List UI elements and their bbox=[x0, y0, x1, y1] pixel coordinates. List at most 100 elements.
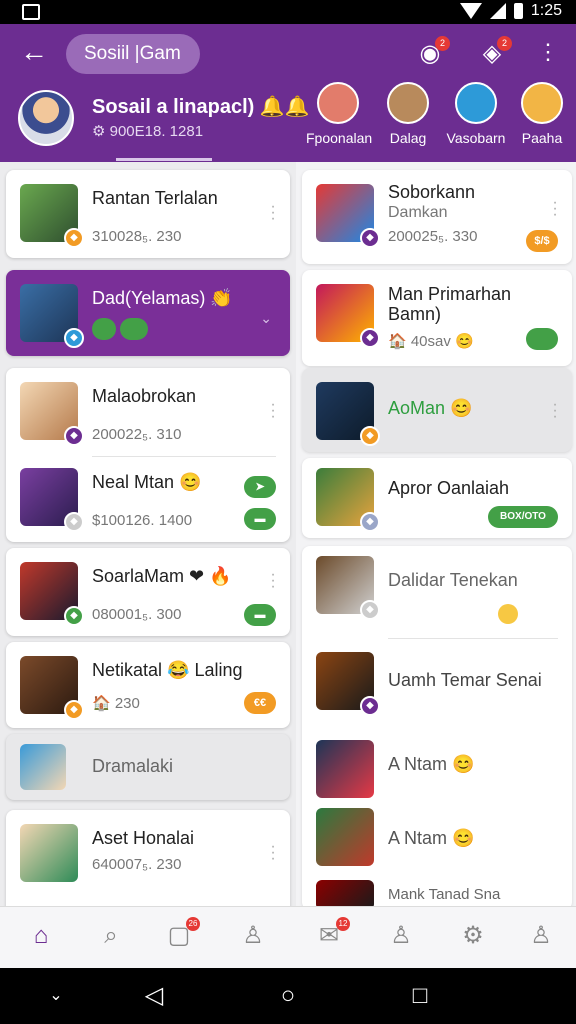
item-thumbnail bbox=[316, 808, 374, 866]
story-item[interactable]: Dalag bbox=[376, 82, 440, 146]
action-pill[interactable]: ▬ bbox=[244, 604, 276, 626]
item-subtitle: 310028₅. 230 bbox=[92, 228, 182, 245]
friends-icon[interactable]: ♙ bbox=[238, 921, 268, 951]
game-icon: ◆ bbox=[360, 512, 380, 532]
story-item[interactable]: Fpoonalan bbox=[306, 82, 372, 146]
recents-square-icon[interactable]: □ bbox=[406, 984, 434, 1008]
tab-indicator bbox=[116, 158, 212, 161]
list-item[interactable]: ◆ Dalidar Tenekan bbox=[302, 546, 572, 624]
item-thumbnail bbox=[20, 824, 78, 882]
action-pill[interactable]: €€ bbox=[244, 692, 276, 714]
item-title: Apror Oanlaiah bbox=[388, 478, 510, 498]
more-dots-icon[interactable]: · · · bbox=[270, 567, 276, 595]
item-title-secondary: Damkan bbox=[388, 204, 448, 221]
inbox-badge: 26 bbox=[186, 917, 200, 931]
status-pill[interactable]: BOX/OTO bbox=[488, 506, 558, 528]
item-title: Aset Honalai bbox=[92, 828, 195, 848]
system-navigation-bar: ⌄ ◁ ○ □ bbox=[0, 968, 576, 1024]
story-avatar bbox=[317, 82, 359, 124]
list-item[interactable]: ◆ SoarlaMam ❤ 🔥 080001₅. 300 · · · ▬ bbox=[6, 548, 290, 636]
status-bar: 1:25 bbox=[0, 0, 576, 24]
game-icon: ◆ bbox=[64, 512, 84, 532]
status-pill bbox=[120, 318, 148, 340]
item-thumbnail: ◆ bbox=[316, 652, 380, 716]
image-notification-icon bbox=[22, 4, 40, 20]
list-item[interactable]: ◆ Apror Oanlaiah BOX/OTO bbox=[302, 458, 572, 538]
list-item[interactable]: Aset Honalai 640007₅. 230 · · · bbox=[6, 810, 290, 906]
item-title: SoarlaMam ❤ 🔥 bbox=[92, 566, 232, 586]
story-avatar bbox=[387, 82, 429, 124]
item-title: Rantan Terlalan bbox=[92, 188, 218, 208]
item-title: AoMan 😊 bbox=[388, 398, 473, 418]
profile-icon[interactable]: ♙ bbox=[386, 921, 416, 951]
item-title: Mank Tanad Sna bbox=[388, 886, 501, 903]
list-item[interactable]: ◆ Man Primarhan Bamn) 🏠 40sav 😊 bbox=[302, 270, 572, 366]
back-arrow-icon[interactable]: ← bbox=[18, 36, 50, 68]
list-item[interactable]: ◆ Rantan Terlalan 310028₅. 230 · · · bbox=[6, 170, 290, 258]
chevron-down-icon[interactable]: ⌄ bbox=[260, 310, 272, 327]
mail-badge: 12 bbox=[336, 917, 350, 931]
game-icon: ◆ bbox=[64, 700, 84, 720]
account-icon[interactable]: ♙ bbox=[526, 921, 556, 951]
story-label: Dalag bbox=[389, 130, 427, 146]
more-dots-icon[interactable]: · · · bbox=[270, 199, 276, 227]
list-item[interactable]: ◆ Uamh Temar Senai bbox=[302, 642, 572, 716]
settings-icon[interactable]: ⚙ bbox=[458, 921, 488, 951]
feed-content[interactable]: ◆ Rantan Terlalan 310028₅. 230 · · · ◆ Dad… bbox=[0, 162, 576, 906]
item-thumbnail bbox=[20, 744, 66, 790]
back-triangle-icon[interactable]: ◁ bbox=[140, 984, 168, 1008]
item-thumbnail: ◆ bbox=[20, 382, 84, 446]
list-item[interactable]: ◆ Malaobrokan 200022₅. 310 · · · bbox=[6, 368, 290, 456]
profile-name: Sosail a linapacl) 🔔🔔 bbox=[92, 96, 310, 118]
more-dots-icon[interactable]: · · · bbox=[552, 195, 558, 223]
inbox-icon[interactable]: ▢ 26 bbox=[164, 917, 200, 951]
more-dots-icon[interactable]: · · · bbox=[270, 839, 276, 867]
list-item-selected[interactable]: ◆ Dad(Yelamas) 👏 ⌄ bbox=[6, 270, 290, 356]
action-pill[interactable]: ▬ bbox=[244, 508, 276, 530]
item-thumbnail: ◆ bbox=[316, 284, 380, 348]
list-item[interactable]: A Ntam 😊 bbox=[302, 730, 572, 804]
story-item[interactable]: Vasobarn bbox=[444, 82, 508, 146]
story-item[interactable]: Paaha bbox=[510, 82, 574, 146]
more-options-icon[interactable]: ⋮ bbox=[532, 38, 564, 70]
game-icon: ◆ bbox=[360, 696, 380, 716]
item-title: A Ntam 😊 bbox=[388, 828, 475, 848]
home-icon[interactable]: ⌂ bbox=[26, 921, 56, 951]
action-pill[interactable]: $/$ bbox=[526, 230, 558, 252]
more-dots-icon[interactable]: · · · bbox=[270, 397, 276, 425]
keyboard-hide-icon[interactable]: ⌄ bbox=[42, 984, 70, 1008]
item-thumbnail: ◆ bbox=[20, 184, 84, 248]
home-circle-icon[interactable]: ○ bbox=[274, 984, 302, 1008]
notification-icon[interactable]: ◉ 2 bbox=[414, 36, 450, 70]
list-item[interactable]: ◆ Soborkann Damkan 200025₅. 330 · · · $/$ bbox=[302, 170, 572, 264]
action-pill[interactable] bbox=[526, 328, 558, 350]
list-item[interactable]: Dramalaki bbox=[6, 734, 290, 800]
status-pill bbox=[92, 318, 116, 340]
messages-icon[interactable]: ◈ 2 bbox=[476, 36, 512, 70]
list-item[interactable]: A Ntam 😊 bbox=[302, 798, 572, 872]
item-title: Soborkann bbox=[388, 182, 476, 202]
more-dots-icon[interactable]: · · · bbox=[552, 397, 558, 425]
list-item[interactable]: Mank Tanad Sna bbox=[302, 876, 572, 906]
right-column: ◆ Soborkann Damkan 200025₅. 330 · · · $/$ … bbox=[296, 162, 576, 906]
item-thumbnail: ◆ bbox=[20, 468, 84, 532]
search-field[interactable]: Sosiil |Gam bbox=[66, 34, 200, 74]
item-thumbnail: ◆ bbox=[20, 656, 84, 720]
mail-icon[interactable]: ✉ 12 bbox=[314, 917, 350, 951]
list-item[interactable]: ◆ Netikatal 😂 Laling 🏠 230 €€ bbox=[6, 642, 290, 728]
list-item[interactable]: ◆ AoMan 😊 · · · bbox=[302, 368, 572, 452]
game-icon: ◆ bbox=[360, 228, 380, 248]
list-item[interactable]: ◆ Neal Mtan 😊 $100126. 1400 ➤ ▬ bbox=[6, 454, 290, 542]
item-thumbnail bbox=[316, 740, 374, 798]
action-pill[interactable]: ➤ bbox=[244, 476, 276, 498]
battery-icon bbox=[513, 3, 523, 19]
item-title: Dramalaki bbox=[92, 756, 174, 776]
item-subtitle: 🏠 230 bbox=[92, 695, 140, 712]
item-thumbnail: ◆ bbox=[316, 556, 380, 620]
game-icon: ◆ bbox=[64, 228, 84, 248]
bottom-navigation: ⌂ ⌕ ▢ 26 ♙ ✉ 12 ♙ ⚙ ♙ bbox=[0, 906, 576, 968]
item-title: Uamh Temar Senai bbox=[388, 670, 542, 690]
search-icon[interactable]: ⌕ bbox=[96, 921, 126, 951]
profile-avatar[interactable] bbox=[18, 90, 74, 146]
item-thumbnail: ◆ bbox=[20, 284, 84, 348]
